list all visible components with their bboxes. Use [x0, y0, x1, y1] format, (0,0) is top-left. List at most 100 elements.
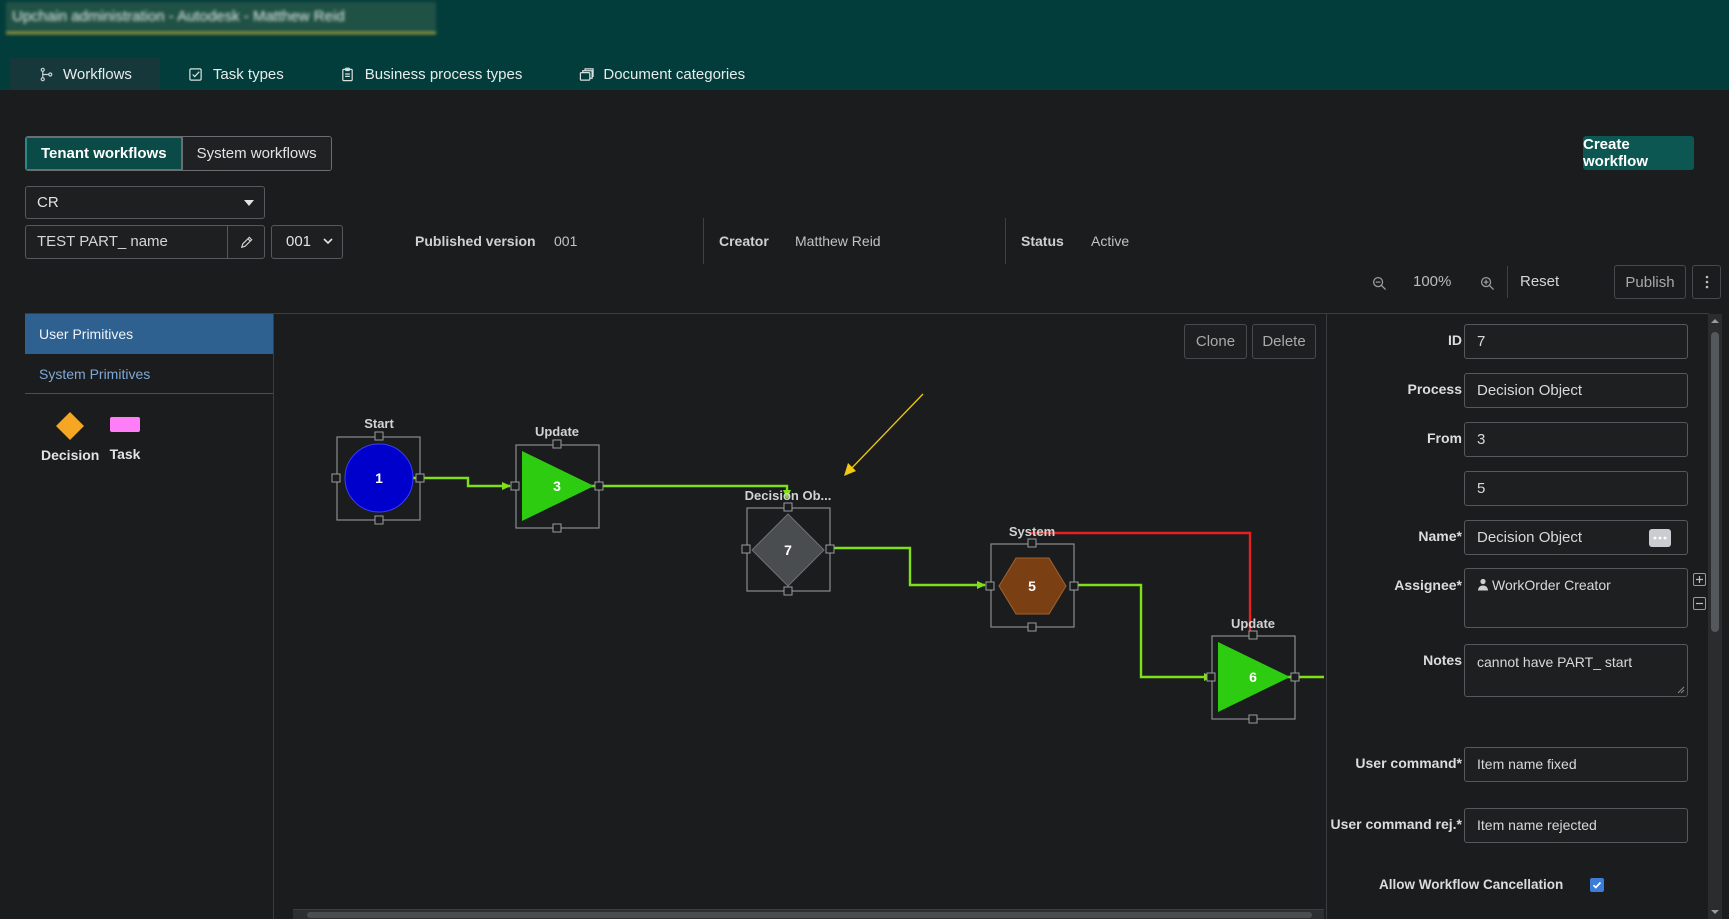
- from-label: From: [1427, 430, 1462, 446]
- from-field[interactable]: 3: [1464, 422, 1688, 457]
- ellipsis-icon: [1653, 536, 1667, 540]
- version-select-value: 001: [286, 233, 312, 250]
- assignee-value: WorkOrder Creator: [1492, 577, 1611, 593]
- node-update-6[interactable]: Update 6: [1206, 616, 1300, 724]
- checkbox-icon: [188, 66, 204, 82]
- zoom-out-button[interactable]: [1369, 273, 1389, 293]
- more-options-button[interactable]: [1692, 265, 1721, 299]
- link-5-6[interactable]: [1075, 583, 1213, 681]
- workflow-diagram: Start 1 Update 3 Decision Ob... 7 System…: [331, 393, 1324, 724]
- properties-vertical-scrollbar[interactable]: [1708, 314, 1722, 919]
- task-label: Task: [109, 446, 141, 462]
- workflow-icon: [38, 66, 54, 82]
- publish-button[interactable]: Publish: [1614, 265, 1686, 299]
- decision-primitive[interactable]: Decision: [41, 411, 99, 463]
- ellipsis-button[interactable]: [1649, 529, 1671, 547]
- diamond-shape-icon: [56, 412, 85, 440]
- name-label: Name*: [1418, 528, 1462, 544]
- user-icon: [1478, 578, 1488, 591]
- minus-icon: [1696, 602, 1703, 605]
- annotation-arrow: [847, 393, 924, 473]
- tab-task-types[interactable]: Task types: [160, 58, 312, 90]
- clone-button[interactable]: Clone: [1184, 324, 1247, 359]
- workflow-scope-toggle: Tenant workflows System workflows: [25, 136, 332, 171]
- app-title: Upchain administration - Autodesk - Matt…: [6, 2, 436, 34]
- status-label: Status: [1021, 233, 1064, 249]
- allow-cancellation-checkbox[interactable]: [1590, 878, 1604, 892]
- creator-label: Creator: [719, 233, 769, 249]
- tenant-workflows-button[interactable]: Tenant workflows: [26, 137, 182, 170]
- node-system-5[interactable]: System 5: [985, 524, 1079, 632]
- divider: [1507, 266, 1508, 298]
- main-tabs: Workflows Task types Business process ty…: [10, 58, 773, 90]
- node-title: System: [1009, 524, 1055, 539]
- tab-task-types-label: Task types: [212, 65, 284, 83]
- chevron-down-icon: [323, 238, 333, 245]
- tab-workflows[interactable]: Workflows: [10, 58, 160, 90]
- tab-business-process-types[interactable]: Business process types: [312, 58, 551, 90]
- system-primitives-tab[interactable]: System Primitives: [25, 354, 273, 394]
- plus-icon: [1696, 576, 1703, 583]
- name-field-value: Decision Object: [1477, 529, 1583, 546]
- divider: [703, 218, 704, 264]
- version-select[interactable]: 001: [271, 225, 343, 259]
- pencil-icon: [240, 235, 253, 248]
- system-workflows-button[interactable]: System workflows: [181, 137, 331, 170]
- reset-button[interactable]: Reset: [1520, 265, 1559, 299]
- scroll-down-icon[interactable]: [1708, 907, 1722, 917]
- node-start[interactable]: Start 1: [331, 416, 425, 525]
- node-id: 5: [1028, 578, 1036, 594]
- remove-assignee-button[interactable]: [1693, 597, 1706, 610]
- user-command-rej-label: User command rej.*: [1330, 816, 1463, 832]
- id-label: ID: [1448, 332, 1462, 348]
- edit-name-button[interactable]: [227, 226, 264, 258]
- node-update-3[interactable]: Update 3: [510, 424, 604, 533]
- tab-document-categories[interactable]: Document categories: [550, 58, 773, 90]
- creator-value: Matthew Reid: [795, 233, 881, 249]
- delete-button[interactable]: Delete: [1252, 324, 1316, 359]
- app-header: Upchain administration - Autodesk - Matt…: [0, 0, 1729, 90]
- add-assignee-button[interactable]: [1693, 573, 1706, 586]
- canvas-horizontal-scrollbar[interactable]: [293, 909, 1324, 919]
- user-command-field[interactable]: Item name fixed: [1464, 747, 1688, 782]
- allow-cancellation-label: Allow Workflow Cancellation: [1379, 877, 1564, 892]
- process-field[interactable]: Decision Object: [1464, 373, 1688, 408]
- user-primitives-tab[interactable]: User Primitives: [25, 314, 273, 354]
- node-title: Start: [364, 416, 394, 431]
- notes-label: Notes: [1423, 652, 1462, 668]
- node-decision-7[interactable]: Decision Ob... 7: [741, 488, 835, 596]
- zoom-out-icon: [1372, 276, 1386, 290]
- assignee-field[interactable]: WorkOrder Creator: [1464, 568, 1688, 628]
- scrollbar-thumb[interactable]: [307, 912, 1312, 918]
- name-field[interactable]: Decision Object: [1464, 520, 1688, 555]
- node-title: Update: [1231, 616, 1275, 631]
- properties-panel: ID 7 Process Decision Object From 3 5 Na…: [1326, 314, 1708, 919]
- to-field[interactable]: 5: [1464, 471, 1688, 506]
- node-title: Update: [535, 424, 579, 439]
- assignee-label: Assignee*: [1394, 577, 1462, 593]
- category-select[interactable]: CR: [25, 186, 265, 219]
- node-id: 3: [553, 478, 561, 494]
- workflow-canvas[interactable]: Start 1 Update 3 Decision Ob... 7 System…: [275, 314, 1324, 919]
- tab-workflows-label: Workflows: [63, 65, 132, 83]
- id-field[interactable]: 7: [1464, 324, 1688, 359]
- kebab-menu-icon: [1705, 275, 1708, 289]
- zoom-in-button[interactable]: [1477, 273, 1497, 293]
- folders-icon: [578, 66, 594, 82]
- link-7-5[interactable]: [828, 546, 986, 589]
- scroll-up-icon[interactable]: [1708, 316, 1722, 326]
- user-command-rej-field[interactable]: Item name rejected: [1464, 808, 1688, 843]
- notes-textarea[interactable]: cannot have PART_ start: [1464, 644, 1688, 697]
- process-label: Process: [1407, 381, 1462, 397]
- resize-handle-icon: [1677, 686, 1685, 694]
- user-command-label: User command*: [1355, 755, 1462, 771]
- published-version-label: Published version: [415, 233, 536, 249]
- workflow-name-field[interactable]: TEST PART_ name: [25, 225, 265, 259]
- notes-value: cannot have PART_ start: [1477, 654, 1633, 670]
- published-version-value: 001: [554, 233, 578, 249]
- create-workflow-button[interactable]: Create workflow: [1583, 136, 1694, 170]
- task-primitive[interactable]: Task: [109, 415, 141, 462]
- scrollbar-thumb[interactable]: [1711, 332, 1719, 632]
- tab-business-process-types-label: Business process types: [364, 65, 523, 83]
- clipboard-icon: [340, 66, 356, 82]
